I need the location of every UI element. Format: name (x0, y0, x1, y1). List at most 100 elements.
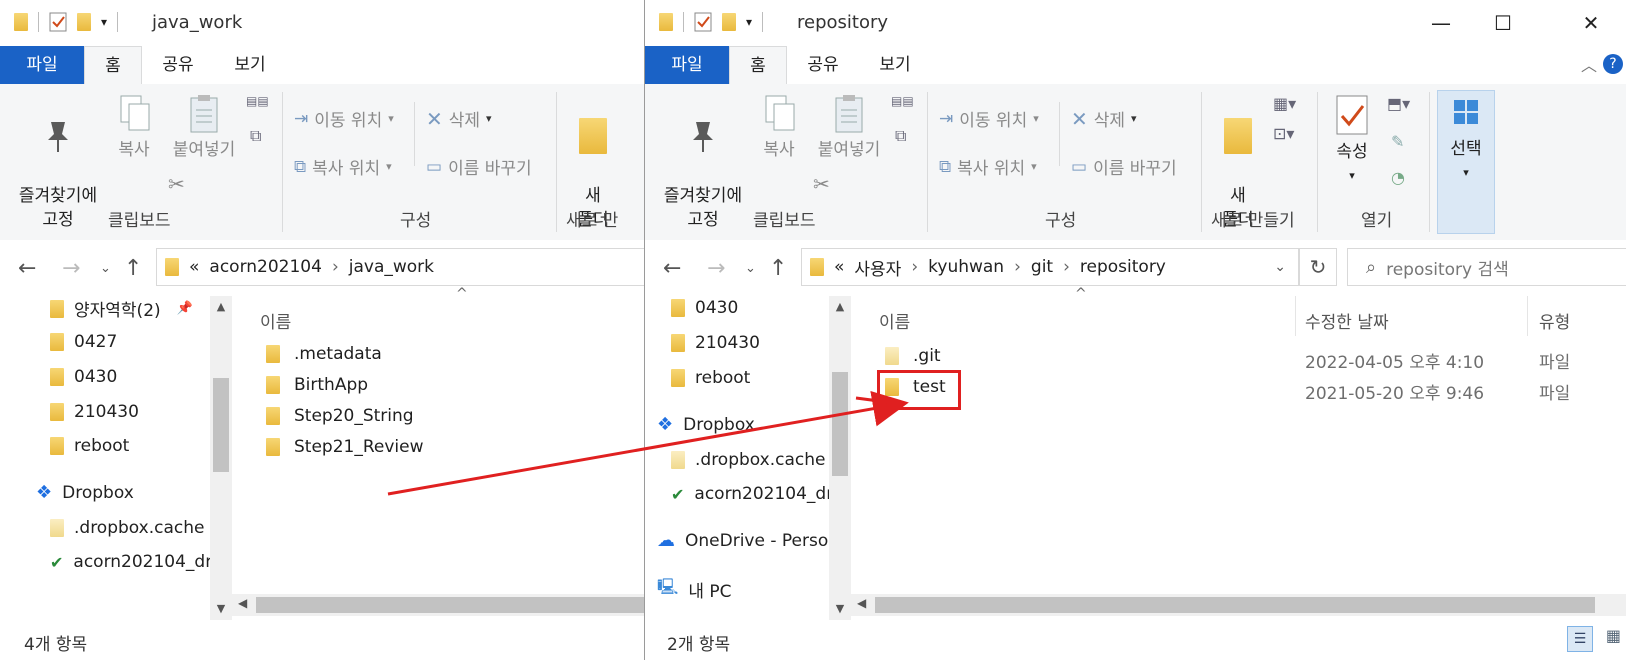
scroll-down-arrow-icon[interactable]: ▼ (829, 598, 851, 620)
chevron-down-icon[interactable]: ▾ (101, 15, 107, 29)
search-input[interactable]: ⌕ repository 검색 (1347, 248, 1626, 286)
list-item[interactable]: .git (885, 346, 941, 366)
scroll-down-arrow-icon[interactable]: ▼ (210, 598, 232, 620)
nav-item[interactable]: ✔ acorn202104_dr (50, 552, 212, 572)
nav-item[interactable]: reboot (50, 436, 129, 456)
nav-item-onedrive[interactable]: ☁ OneDrive - Persor (657, 530, 835, 551)
address-bar[interactable]: « acorn202104 › java_work (156, 248, 644, 286)
new-item-icon[interactable]: ▦▾ (1273, 94, 1296, 113)
scroll-left-arrow-icon[interactable]: ◀ (857, 596, 866, 610)
paste-button[interactable]: 붙여넣기 (164, 94, 244, 162)
recent-locations-chevron-icon[interactable]: ⌄ (100, 261, 111, 276)
nav-pane-scrollbar[interactable]: ▲ ▼ (829, 296, 851, 620)
copy-to-button[interactable]: ⧉ 복사 위치 ▾ (294, 154, 392, 180)
breadcrumb-repository[interactable]: repository (1080, 257, 1166, 277)
forward-arrow-icon[interactable]: → (707, 256, 725, 281)
copy-button[interactable]: 복사 (753, 94, 805, 162)
tab-view[interactable]: 보기 (867, 46, 923, 84)
breadcrumb-git[interactable]: git (1031, 257, 1053, 277)
tab-file[interactable]: 파일 (0, 46, 84, 84)
horizontal-scrollbar[interactable]: ◀ (232, 594, 644, 616)
pin-to-quick-access-button[interactable]: 즐겨찾기에 고정 (655, 94, 751, 232)
rename-button[interactable]: ▭ 이름 바꾸기 (1071, 154, 1177, 180)
new-folder-icon[interactable] (77, 13, 91, 31)
address-bar[interactable]: « 사용자 › kyuhwan › git › repository ⌄ (801, 248, 1299, 286)
nav-item[interactable]: 210430 (50, 402, 139, 422)
copy-to-button[interactable]: ⧉ 복사 위치 ▾ (939, 154, 1037, 180)
paste-shortcut-icon[interactable]: ⧉ (895, 126, 906, 146)
forward-arrow-icon[interactable]: → (62, 256, 80, 281)
large-icons-view-icon[interactable]: ▦ (1606, 626, 1621, 645)
nav-item[interactable]: reboot (671, 368, 750, 388)
edit-icon[interactable]: ✎ (1391, 132, 1404, 151)
scroll-up-arrow-icon[interactable]: ▲ (829, 296, 851, 318)
back-arrow-icon[interactable]: ← (18, 256, 36, 281)
tab-share[interactable]: 공유 (795, 46, 851, 84)
nav-item[interactable]: 0430 (50, 367, 117, 387)
nav-item[interactable]: 0427 (50, 332, 117, 352)
scrollbar-thumb[interactable] (256, 597, 644, 613)
cut-icon[interactable]: ✂ (168, 172, 185, 196)
scrollbar-thumb[interactable] (875, 597, 1595, 613)
new-folder-icon[interactable] (722, 13, 736, 31)
list-item[interactable]: Step21_Review (266, 437, 424, 457)
paste-shortcut-icon[interactable]: ⧉ (250, 126, 261, 146)
copy-button[interactable]: 복사 (108, 94, 160, 162)
tab-view[interactable]: 보기 (222, 46, 278, 84)
column-header-type[interactable]: 유형 (1539, 308, 1570, 333)
maximize-icon[interactable]: ☐ (1475, 6, 1531, 40)
nav-item[interactable]: .dropbox.cache (671, 450, 825, 470)
chevron-down-icon[interactable]: ▾ (746, 15, 752, 29)
nav-item[interactable]: 210430 (671, 333, 760, 353)
breadcrumb-java-work[interactable]: java_work (349, 257, 434, 277)
up-arrow-icon[interactable]: ↑ (769, 256, 787, 281)
easy-access-icon[interactable]: ⊡▾ (1273, 124, 1294, 143)
pin-icon[interactable]: 📌 (177, 301, 193, 316)
minimize-icon[interactable]: — (1413, 6, 1469, 40)
scroll-up-arrow-icon[interactable]: ▲ (210, 296, 232, 318)
column-header-modified[interactable]: 수정한 날짜 (1305, 308, 1389, 333)
select-button[interactable]: 선택 ▾ (1437, 90, 1495, 234)
nav-item[interactable]: 0430 (671, 298, 738, 318)
nav-item-dropbox[interactable]: ❖ Dropbox (657, 414, 755, 435)
pin-to-quick-access-button[interactable]: 즐겨찾기에 고정 (10, 94, 106, 232)
delete-button[interactable]: ✕ 삭제 ▾ (1071, 106, 1137, 132)
history-icon[interactable]: ◔ (1391, 168, 1405, 187)
column-header-name[interactable]: 이름 (879, 308, 910, 333)
horizontal-scrollbar[interactable]: ◀ (851, 594, 1626, 616)
rename-button[interactable]: ▭ 이름 바꾸기 (426, 154, 532, 180)
properties-button[interactable]: 속성 ▾ (1327, 94, 1377, 188)
list-item[interactable]: Step20_String (266, 406, 414, 426)
nav-pane-scrollbar[interactable]: ▲ ▼ (210, 296, 232, 620)
paste-button[interactable]: 붙여넣기 (809, 94, 889, 162)
tab-home[interactable]: 홈 (729, 46, 787, 86)
properties-check-icon[interactable] (49, 12, 67, 32)
nav-item-this-pc[interactable]: 🖳 내 PC (657, 576, 732, 603)
list-item[interactable]: .metadata (266, 344, 382, 364)
collapse-ribbon-chevron-icon[interactable]: ︿ (1581, 52, 1597, 76)
tab-home[interactable]: 홈 (84, 46, 142, 86)
scrollbar-thumb[interactable] (832, 372, 848, 476)
move-to-button[interactable]: ⇥ 이동 위치 ▾ (939, 106, 1039, 132)
breadcrumb-kyuhwan[interactable]: kyuhwan (928, 257, 1004, 277)
details-view-icon[interactable]: ☰ (1567, 626, 1593, 652)
scroll-left-arrow-icon[interactable]: ◀ (238, 596, 247, 610)
nav-item-dropbox[interactable]: ❖ Dropbox (36, 482, 134, 503)
copy-path-icon[interactable]: ▤▤ (246, 94, 269, 108)
up-arrow-icon[interactable]: ↑ (124, 256, 142, 281)
copy-path-icon[interactable]: ▤▤ (891, 94, 914, 108)
breadcrumb-overflow[interactable]: « (189, 257, 199, 277)
breadcrumb-overflow[interactable]: « (834, 257, 844, 277)
column-header-name[interactable]: 이름 (260, 308, 291, 333)
tab-file[interactable]: 파일 (645, 46, 729, 84)
nav-item[interactable]: .dropbox.cache (50, 518, 204, 538)
help-icon[interactable]: ? (1603, 54, 1623, 74)
scrollbar-thumb[interactable] (213, 378, 229, 472)
back-arrow-icon[interactable]: ← (663, 256, 681, 281)
open-icon[interactable]: ⬒▾ (1387, 94, 1410, 113)
breadcrumb-acorn202104[interactable]: acorn202104 (209, 257, 322, 277)
delete-button[interactable]: ✕ 삭제 ▾ (426, 106, 492, 132)
breadcrumb-users[interactable]: 사용자 (854, 255, 901, 280)
tab-share[interactable]: 공유 (150, 46, 206, 84)
cut-icon[interactable]: ✂ (813, 172, 830, 196)
